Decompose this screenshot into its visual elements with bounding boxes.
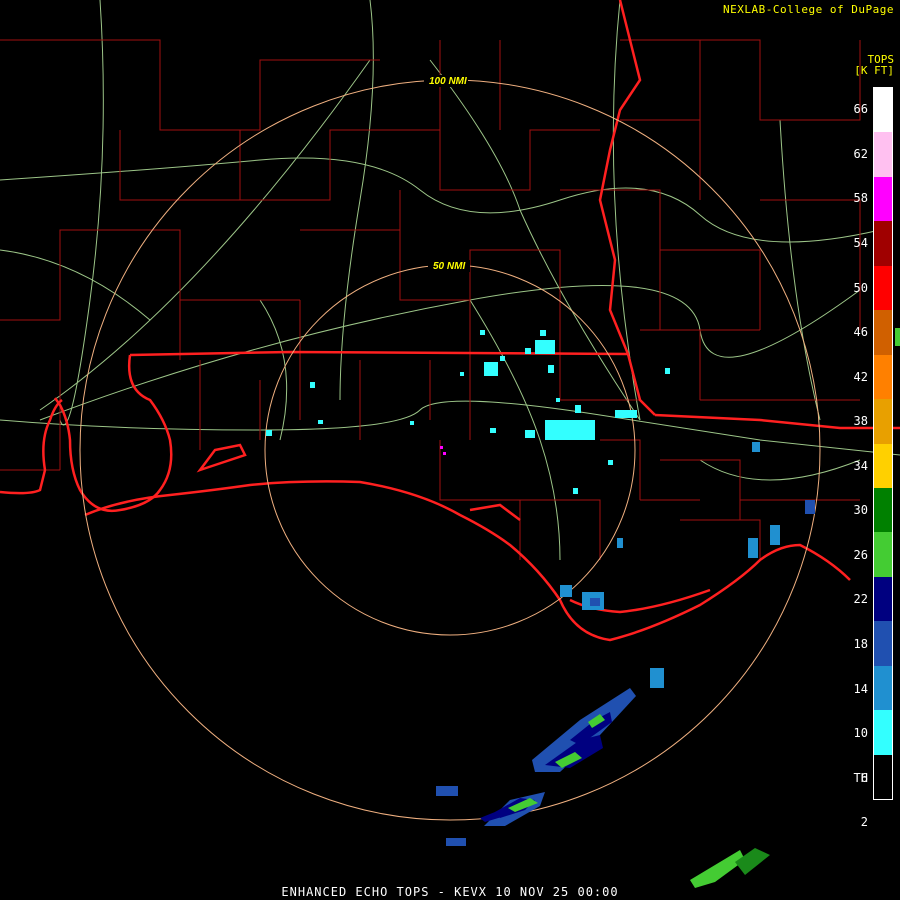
legend-swatch: [874, 88, 892, 133]
legend-swatch: [874, 443, 892, 488]
legend-swatch: [874, 265, 892, 311]
legend-label: 38: [853, 414, 868, 429]
legend-label: 22: [853, 592, 868, 607]
legend-label: 54: [853, 235, 868, 250]
legend-label: 14: [853, 681, 868, 696]
legend-label: 58: [853, 191, 868, 206]
legend-units: [K FT]: [854, 64, 894, 77]
legend-swatch: [874, 576, 892, 622]
radar-map: 100 NMI 50 NMI: [0, 0, 900, 900]
credit-label: NEXLAB-College of DuPage: [723, 3, 894, 16]
legend-label: 66: [853, 102, 868, 117]
legend-label: 18: [853, 637, 868, 652]
legend-label: 30: [853, 503, 868, 518]
legend-swatch: [874, 132, 892, 177]
legend-swatch: [874, 399, 892, 444]
legend-swatch: [874, 621, 892, 666]
legend-swatch: [874, 221, 892, 266]
legend-label: 42: [853, 369, 868, 384]
legend-labels: 66 62 58 54 50 46 42 38 34 30 26 22 18 14 10 6 2 TH: [838, 87, 868, 829]
legend-label: 10: [853, 726, 868, 741]
legend-swatch: [874, 487, 892, 533]
legend-swatch: [874, 354, 892, 400]
legend-label: 34: [853, 458, 868, 473]
legend-swatch: [874, 310, 892, 355]
legend-label: 2: [860, 815, 868, 830]
legend-swatch: [874, 754, 892, 799]
ring-label-100: 100 NMI: [429, 76, 467, 87]
legend-label: 62: [853, 146, 868, 161]
color-legend: [873, 87, 893, 800]
product-footer: ENHANCED ECHO TOPS - KEVX 10 NOV 25 00:0…: [281, 885, 619, 899]
legend-label: TH: [853, 770, 868, 785]
legend-swatch: [874, 532, 892, 577]
legend-swatch: [874, 176, 892, 222]
legend-label: 46: [853, 325, 868, 340]
ring-label-50: 50 NMI: [433, 261, 465, 272]
legend-label: 50: [853, 280, 868, 295]
legend-swatch: [874, 710, 892, 755]
legend-label: 26: [853, 547, 868, 562]
legend-swatch: [874, 665, 892, 711]
